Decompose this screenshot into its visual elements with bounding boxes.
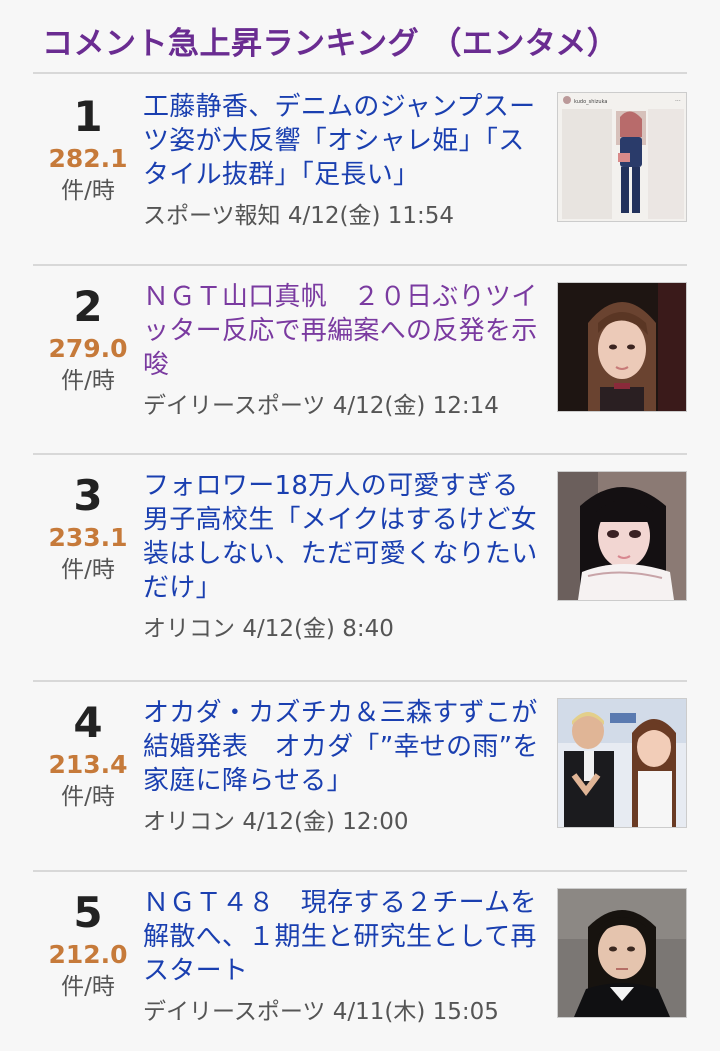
- article-date: 4/12(金) 12:00: [242, 809, 409, 835]
- article-text: ＮＧＴ４８ 現存する２チームを解散へ、１期生と研究生として再スタート デイリース…: [143, 886, 543, 1027]
- thumbnail-image: [558, 283, 686, 411]
- comment-rate-unit: 件/時: [61, 368, 115, 394]
- comment-rate-unit: 件/時: [61, 557, 115, 583]
- thumbnail-image: [558, 889, 686, 1017]
- rank-number: 2: [73, 282, 103, 331]
- rank-block: 4 213.4 件/時: [33, 696, 143, 814]
- article-text: 工藤静香、デニムのジャンプスーツ姿が大反響「オシャレ姫」「スタイル抜群」「足長い…: [143, 90, 543, 231]
- article-thumbnail[interactable]: [557, 282, 687, 412]
- svg-text:···: ···: [675, 98, 681, 105]
- ranking-item-5[interactable]: 5 212.0 件/時 ＮＧＴ４８ 現存する２チームを解散へ、１期生と研究生とし…: [33, 872, 687, 1051]
- article-thumbnail[interactable]: [557, 888, 687, 1018]
- comment-rate: 282.1: [48, 144, 128, 173]
- article-title-link[interactable]: ＮＧＴ４８ 現存する２チームを解散へ、１期生と研究生として再スタート: [143, 886, 543, 988]
- ranking-item-2[interactable]: 2 279.0 件/時 ＮＧＴ山口真帆 ２０日ぶりツイッター反応で再編案への反発…: [33, 266, 687, 455]
- article-text: ＮＧＴ山口真帆 ２０日ぶりツイッター反応で再編案への反発を示唆 デイリースポーツ…: [143, 280, 543, 421]
- article-date: 4/12(金) 11:54: [287, 203, 455, 229]
- article-source: オリコン: [143, 616, 235, 642]
- rank-block: 1 282.1 件/時: [33, 90, 143, 208]
- thumbnail-caption: kudo_shizuka: [574, 99, 607, 105]
- article-title-link[interactable]: フォロワー18万人の可愛すぎる男子高校生「メイクはするけど女装はしない、ただ可愛…: [143, 469, 543, 605]
- rank-number: 3: [73, 471, 103, 520]
- article-title-link[interactable]: オカダ・カズチカ＆三森すずこが結婚発表 オカダ「”幸せの雨”を家庭に降らせる」: [143, 696, 543, 798]
- article-title-link[interactable]: ＮＧＴ山口真帆 ２０日ぶりツイッター反応で再編案への反発を示唆: [143, 280, 543, 382]
- comment-rate: 213.4: [48, 750, 128, 779]
- comment-rate-unit: 件/時: [61, 784, 115, 810]
- article-title-link[interactable]: 工藤静香、デニムのジャンプスーツ姿が大反響「オシャレ姫」「スタイル抜群」「足長い…: [143, 90, 543, 192]
- article-source: デイリースポーツ: [143, 999, 326, 1025]
- header-divider: [33, 72, 687, 74]
- article-date: 4/12(金) 8:40: [242, 616, 394, 642]
- article-meta: スポーツ報知 4/12(金) 11:54: [143, 201, 543, 231]
- rank-block: 2 279.0 件/時: [33, 280, 143, 398]
- page-title: コメント急上昇ランキング （エンタメ）: [42, 26, 619, 62]
- rank-number: 4: [73, 698, 103, 747]
- ranking-item-1[interactable]: 1 282.1 件/時 工藤静香、デニムのジャンプスーツ姿が大反響「オシャレ姫」…: [33, 76, 687, 266]
- article-thumbnail[interactable]: [557, 698, 687, 828]
- article-meta: オリコン 4/12(金) 12:00: [143, 807, 543, 837]
- article-date: 4/11(木) 15:05: [332, 999, 499, 1025]
- article-date: 4/12(金) 12:14: [332, 393, 499, 419]
- thumbnail-image: kudo_shizuka ···: [558, 93, 686, 221]
- article-source: オリコン: [143, 809, 235, 835]
- article-thumbnail[interactable]: kudo_shizuka ···: [557, 92, 687, 222]
- ranking-item-4[interactable]: 4 213.4 件/時 オカダ・カズチカ＆三森すずこが結婚発表 オカダ「”幸せの…: [33, 682, 687, 872]
- rank-block: 5 212.0 件/時: [33, 886, 143, 1004]
- article-meta: デイリースポーツ 4/11(木) 15:05: [143, 997, 543, 1027]
- rank-number: 1: [73, 92, 103, 141]
- comment-rate: 233.1: [48, 523, 128, 552]
- thumbnail-image: [558, 472, 686, 600]
- comment-rate-unit: 件/時: [61, 178, 115, 204]
- comment-rate: 279.0: [48, 334, 128, 363]
- article-thumbnail[interactable]: [557, 471, 687, 601]
- comment-rate-unit: 件/時: [61, 974, 115, 1000]
- rank-number: 5: [73, 888, 103, 937]
- article-source: デイリースポーツ: [143, 393, 326, 419]
- article-text: フォロワー18万人の可愛すぎる男子高校生「メイクはするけど女装はしない、ただ可愛…: [143, 469, 543, 644]
- thumbnail-image: [558, 699, 686, 827]
- article-meta: オリコン 4/12(金) 8:40: [143, 614, 543, 644]
- rank-block: 3 233.1 件/時: [33, 469, 143, 587]
- comment-rate: 212.0: [48, 940, 128, 969]
- article-text: オカダ・カズチカ＆三森すずこが結婚発表 オカダ「”幸せの雨”を家庭に降らせる」 …: [143, 696, 543, 837]
- ranking-item-3[interactable]: 3 233.1 件/時 フォロワー18万人の可愛すぎる男子高校生「メイクはするけ…: [33, 455, 687, 682]
- article-meta: デイリースポーツ 4/12(金) 12:14: [143, 391, 543, 421]
- article-source: スポーツ報知: [143, 203, 281, 229]
